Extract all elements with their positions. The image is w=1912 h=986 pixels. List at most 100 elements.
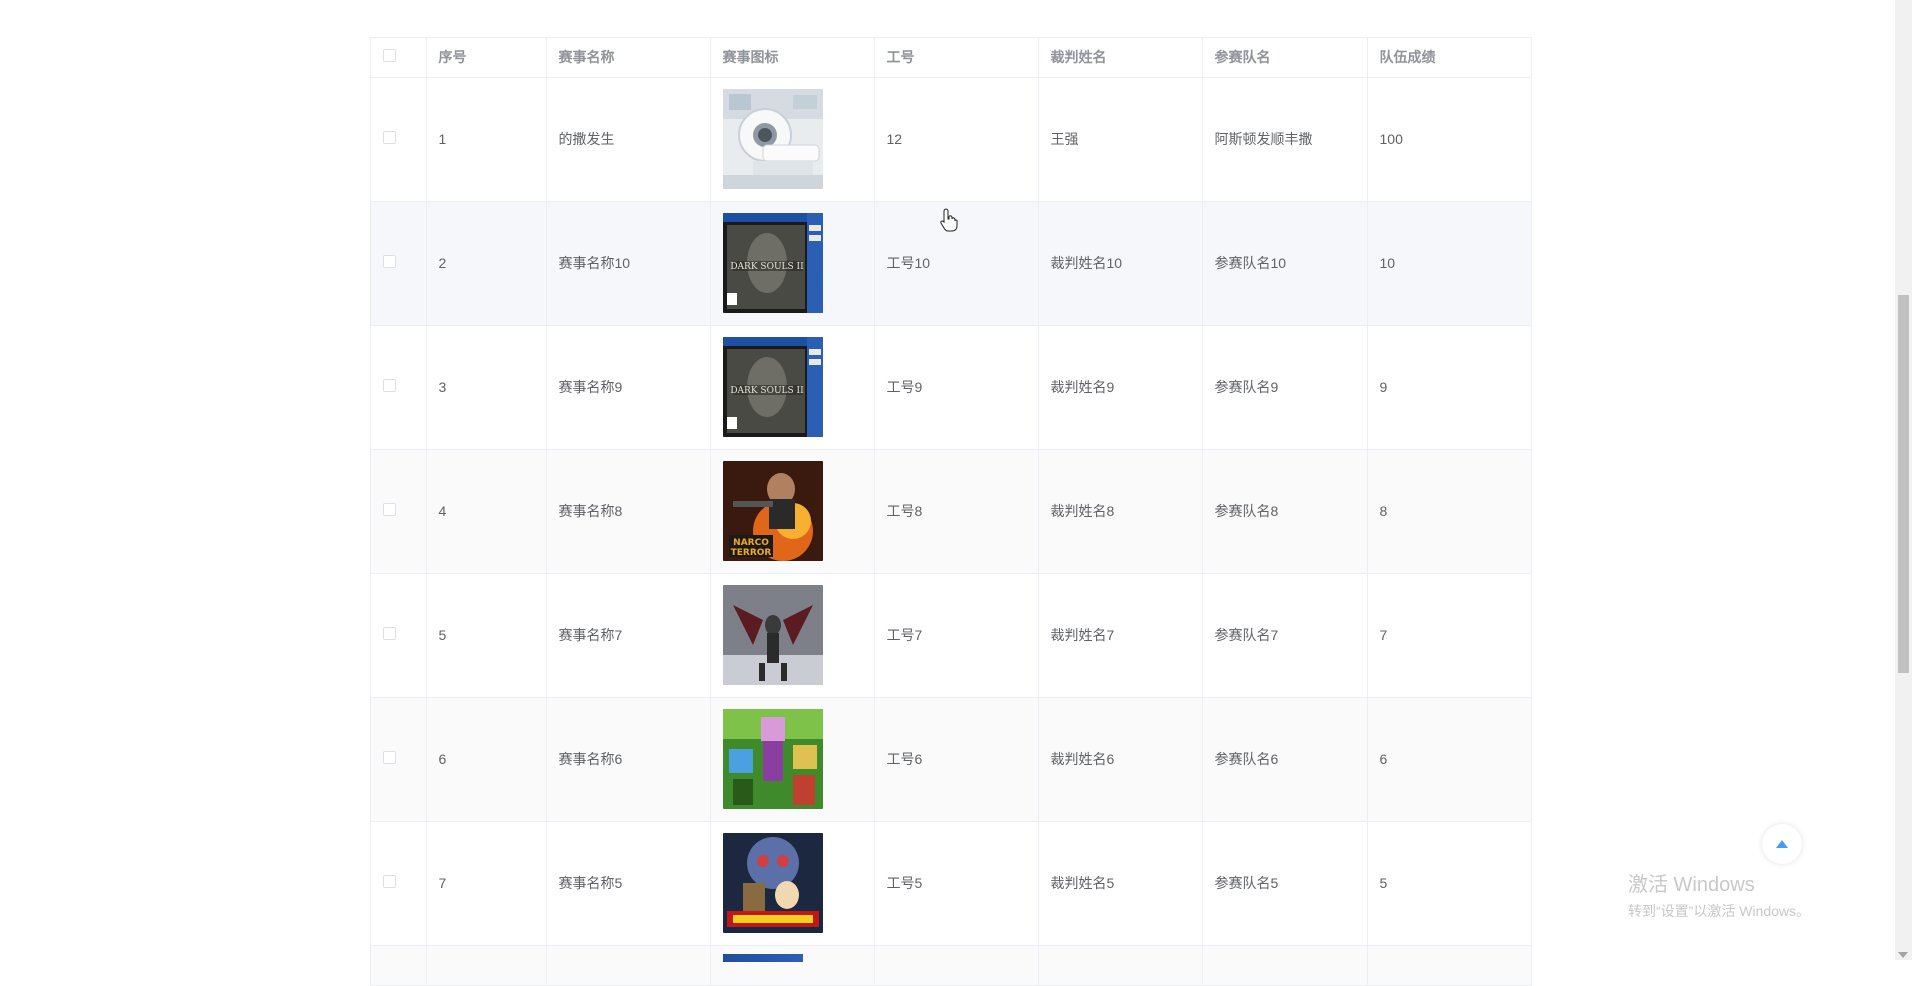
row-select-cell[interactable] bbox=[371, 449, 427, 574]
table-row[interactable]: 4 赛事名称8 NARCO TERROR 工号8 裁判姓名8 参赛队名8 8 bbox=[371, 449, 1531, 574]
row-checkbox[interactable] bbox=[383, 751, 396, 764]
cell-referee-name bbox=[1038, 945, 1203, 986]
select-all-checkbox[interactable] bbox=[383, 49, 396, 63]
cell-team-score: 5 bbox=[1367, 821, 1531, 946]
event-icon-image[interactable]: DARK SOULS II bbox=[722, 337, 823, 437]
cell-referee-name: 裁判姓名9 bbox=[1038, 325, 1203, 450]
caret-up-icon bbox=[1776, 840, 1788, 848]
event-icon-image[interactable]: DARK SOULS II bbox=[722, 213, 823, 313]
cell-event-icon: DARK SOULS II bbox=[710, 325, 875, 450]
event-icon-image[interactable] bbox=[722, 833, 823, 933]
cell-job-number: 工号9 bbox=[874, 325, 1039, 450]
row-checkbox[interactable] bbox=[383, 379, 396, 392]
cell-team-score bbox=[1367, 945, 1531, 986]
watermark-title: 激活 Windows bbox=[1628, 874, 1755, 896]
watermark-subtitle: 转到“设置”以激活 Windows。 bbox=[1628, 903, 1811, 919]
cell-index: 3 bbox=[426, 325, 547, 450]
vertical-scrollbar[interactable] bbox=[1895, 0, 1912, 960]
cell-index: 1 bbox=[426, 77, 547, 202]
cell-job-number: 工号5 bbox=[874, 821, 1039, 946]
cell-job-number: 工号8 bbox=[874, 449, 1039, 574]
column-header-event-name[interactable]: 赛事名称 bbox=[546, 38, 711, 78]
cell-index: 2 bbox=[426, 201, 547, 326]
row-select-cell[interactable] bbox=[371, 697, 427, 822]
event-icon-image[interactable] bbox=[722, 585, 823, 685]
cell-job-number: 12 bbox=[874, 77, 1039, 202]
cell-team-score: 8 bbox=[1367, 449, 1531, 574]
select-all-cell[interactable] bbox=[371, 38, 427, 78]
data-table: 序号 赛事名称 赛事图标 工号 裁判姓名 参赛队名 队伍成绩 1 的撒发生 12… bbox=[370, 37, 1532, 986]
cell-team-name: 参赛队名5 bbox=[1202, 821, 1368, 946]
cell-referee-name: 王强 bbox=[1038, 77, 1203, 202]
column-header-event-icon[interactable]: 赛事图标 bbox=[710, 38, 875, 78]
table-row[interactable]: 7 赛事名称5 工号5 裁判姓名5 参赛队名5 5 bbox=[371, 821, 1531, 946]
table-header-row: 序号 赛事名称 赛事图标 工号 裁判姓名 参赛队名 队伍成绩 bbox=[371, 38, 1531, 78]
row-checkbox[interactable] bbox=[383, 875, 396, 888]
cell-referee-name: 裁判姓名8 bbox=[1038, 449, 1203, 574]
svg-text:DARK SOULS II: DARK SOULS II bbox=[730, 262, 804, 272]
table-row[interactable]: 5 赛事名称7 工号7 裁判姓名7 参赛队名7 7 bbox=[371, 573, 1531, 698]
cell-event-icon bbox=[710, 77, 875, 202]
cell-index: 7 bbox=[426, 821, 547, 946]
svg-text:TERROR: TERROR bbox=[730, 548, 771, 558]
row-checkbox[interactable] bbox=[383, 131, 396, 144]
row-checkbox[interactable] bbox=[383, 627, 396, 640]
event-icon-image[interactable]: NARCO TERROR bbox=[722, 461, 823, 561]
svg-text:NARCO: NARCO bbox=[733, 538, 769, 548]
column-header-referee-name[interactable]: 裁判姓名 bbox=[1038, 38, 1203, 78]
table-row[interactable] bbox=[371, 945, 1531, 986]
row-checkbox[interactable] bbox=[383, 503, 396, 516]
cell-team-name bbox=[1202, 945, 1368, 986]
row-checkbox[interactable] bbox=[383, 255, 396, 268]
row-select-cell[interactable] bbox=[371, 573, 427, 698]
cell-event-name: 赛事名称9 bbox=[546, 325, 711, 450]
cell-event-icon bbox=[710, 821, 875, 946]
cell-team-name: 参赛队名7 bbox=[1202, 573, 1368, 698]
event-icon-image[interactable] bbox=[722, 953, 803, 962]
cell-event-icon bbox=[710, 945, 875, 986]
table-row[interactable]: 6 赛事名称6 工号6 裁判姓名6 参赛队名6 6 bbox=[371, 697, 1531, 822]
cell-event-name: 赛事名称7 bbox=[546, 573, 711, 698]
column-header-job-number[interactable]: 工号 bbox=[874, 38, 1039, 78]
cell-event-icon bbox=[710, 697, 875, 822]
cell-event-name: 赛事名称5 bbox=[546, 821, 711, 946]
column-header-team-name[interactable]: 参赛队名 bbox=[1202, 38, 1368, 78]
event-icon-image[interactable] bbox=[722, 89, 823, 189]
cell-team-name: 阿斯顿发顺丰撒 bbox=[1202, 77, 1368, 202]
cell-team-score: 10 bbox=[1367, 201, 1531, 326]
row-select-cell[interactable] bbox=[371, 77, 427, 202]
column-header-index[interactable]: 序号 bbox=[426, 38, 547, 78]
scrollbar-thumb[interactable] bbox=[1898, 295, 1909, 673]
cell-event-icon bbox=[710, 573, 875, 698]
cell-event-name: 赛事名称10 bbox=[546, 201, 711, 326]
table-row[interactable]: 1 的撒发生 12 王强 阿斯顿发顺丰撒 100 bbox=[371, 77, 1531, 202]
cell-referee-name: 裁判姓名6 bbox=[1038, 697, 1203, 822]
cell-event-name: 的撒发生 bbox=[546, 77, 711, 202]
cell-event-name bbox=[546, 945, 711, 986]
cell-job-number bbox=[874, 945, 1039, 986]
cell-event-name: 赛事名称6 bbox=[546, 697, 711, 822]
cell-event-name: 赛事名称8 bbox=[546, 449, 711, 574]
hand-cursor-icon bbox=[940, 208, 958, 232]
cell-job-number: 工号7 bbox=[874, 573, 1039, 698]
row-select-cell[interactable] bbox=[371, 945, 427, 986]
cell-team-score: 7 bbox=[1367, 573, 1531, 698]
cell-team-name: 参赛队名9 bbox=[1202, 325, 1368, 450]
row-select-cell[interactable] bbox=[371, 201, 427, 326]
column-header-team-score[interactable]: 队伍成绩 bbox=[1367, 38, 1531, 78]
scroll-down-arrow-icon[interactable] bbox=[1898, 952, 1908, 958]
cell-referee-name: 裁判姓名7 bbox=[1038, 573, 1203, 698]
cell-team-name: 参赛队名6 bbox=[1202, 697, 1368, 822]
event-icon-image[interactable] bbox=[722, 709, 823, 809]
table-row[interactable]: 3 赛事名称9 DARK SOULS II 工号9 裁判姓名9 参赛队名9 9 bbox=[371, 325, 1531, 450]
cell-referee-name: 裁判姓名5 bbox=[1038, 821, 1203, 946]
svg-text:DARK SOULS II: DARK SOULS II bbox=[730, 386, 804, 396]
cell-team-score: 6 bbox=[1367, 697, 1531, 822]
back-to-top-button[interactable] bbox=[1762, 824, 1802, 864]
row-select-cell[interactable] bbox=[371, 325, 427, 450]
cell-team-score: 9 bbox=[1367, 325, 1531, 450]
row-select-cell[interactable] bbox=[371, 821, 427, 946]
cell-referee-name: 裁判姓名10 bbox=[1038, 201, 1203, 326]
cell-index: 6 bbox=[426, 697, 547, 822]
cell-team-score: 100 bbox=[1367, 77, 1531, 202]
